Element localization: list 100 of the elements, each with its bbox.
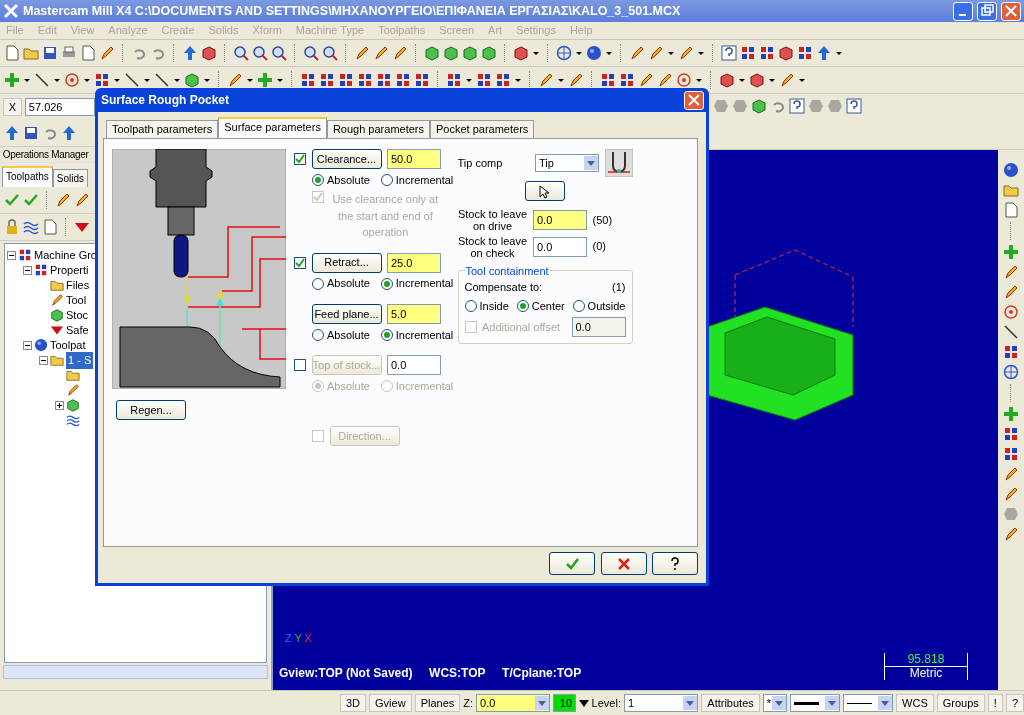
status-button[interactable]: Planes (414, 694, 461, 712)
caret-icon[interactable] (697, 49, 705, 57)
height-button[interactable]: Clearance... (311, 149, 382, 169)
value-field[interactable]: 50.0 (387, 149, 441, 169)
caret-icon[interactable] (143, 76, 151, 84)
radio-option[interactable]: Absolute (312, 275, 370, 292)
radio-option[interactable]: Incremental (380, 326, 454, 343)
help-icon[interactable] (721, 45, 737, 61)
radio-option[interactable]: Incremental (380, 275, 454, 292)
pencil-icon[interactable] (354, 45, 370, 61)
grid-icon[interactable] (319, 72, 335, 88)
line-style-dropdown[interactable] (843, 694, 894, 712)
height-checkbox[interactable] (294, 153, 306, 165)
dialog-tab[interactable]: Surface parameters (218, 117, 327, 138)
status-button[interactable]: Attributes (701, 694, 760, 712)
zoom-icon[interactable] (233, 45, 249, 61)
line-icon[interactable] (124, 72, 140, 88)
grid-icon[interactable] (300, 72, 316, 88)
grid-icon[interactable] (759, 45, 775, 61)
caret-icon[interactable] (246, 76, 254, 84)
caret-icon[interactable] (113, 76, 121, 84)
waves-icon[interactable] (66, 413, 80, 428)
grid-icon[interactable] (495, 72, 511, 88)
pencil-icon[interactable] (1003, 284, 1019, 300)
sphere-icon[interactable] (586, 45, 602, 61)
pencil-icon[interactable] (373, 45, 389, 61)
color-swatch[interactable]: 10 (553, 694, 576, 712)
coordinate-field[interactable]: 57.026 (24, 98, 95, 116)
caret-icon[interactable] (83, 76, 91, 84)
document-icon[interactable] (4, 45, 20, 61)
save-icon[interactable] (42, 45, 58, 61)
help-icon[interactable] (846, 98, 862, 114)
height-checkbox[interactable] (294, 256, 306, 269)
tree-item[interactable]: Tool (66, 292, 87, 309)
tree-item[interactable]: Properti (50, 262, 89, 279)
pencil-icon[interactable] (1003, 526, 1019, 542)
collapse-icon[interactable] (23, 340, 32, 350)
status-field[interactable]: 1 (623, 694, 699, 712)
grid-icon[interactable] (338, 72, 354, 88)
cancel-button[interactable] (600, 552, 647, 575)
zoom-icon[interactable] (252, 45, 268, 61)
globe-icon[interactable] (556, 45, 572, 61)
grid-icon[interactable] (600, 72, 616, 88)
ok-button[interactable] (549, 552, 595, 575)
circle-icon[interactable] (676, 72, 692, 88)
status-button[interactable]: ! (987, 694, 1003, 712)
pencil-icon[interactable] (74, 191, 90, 208)
tree-item[interactable]: Toolpat (50, 337, 86, 354)
zoom-icon[interactable] (303, 45, 319, 61)
tree-item[interactable]: Safe (66, 322, 89, 339)
grid-icon[interactable] (1003, 344, 1019, 360)
line-icon[interactable] (154, 72, 170, 88)
caret-icon[interactable] (532, 49, 540, 57)
pencil-icon[interactable] (678, 45, 694, 61)
globe-icon[interactable] (1003, 364, 1019, 380)
caret-icon[interactable] (835, 49, 843, 57)
grid-icon[interactable] (414, 72, 430, 88)
circle-icon[interactable] (1003, 304, 1019, 320)
status-button[interactable]: ? (1005, 694, 1024, 712)
dialog-tab[interactable]: Pocket parameters (430, 120, 535, 138)
status-field[interactable]: 0.0 (476, 694, 551, 712)
pencil-icon[interactable] (1003, 486, 1019, 502)
help-button[interactable] (652, 552, 698, 575)
status-button[interactable]: Groups (936, 694, 985, 712)
radio-option[interactable]: Absolute (312, 326, 370, 343)
zoom-icon[interactable] (271, 45, 287, 61)
folder-icon[interactable] (66, 368, 80, 383)
panel-tab[interactable]: Toolpaths (2, 165, 53, 187)
document-icon[interactable] (42, 218, 58, 235)
caret-icon[interactable] (768, 76, 776, 84)
pencil-icon[interactable] (779, 72, 795, 88)
grid-icon[interactable] (1003, 446, 1019, 462)
caret-icon[interactable] (578, 698, 589, 708)
document-icon[interactable] (80, 45, 96, 61)
document-icon[interactable] (1003, 202, 1019, 218)
status-button[interactable]: Gview (369, 694, 412, 712)
tree-item[interactable]: Files (66, 277, 90, 294)
grid-icon[interactable] (1003, 426, 1019, 442)
caret-icon[interactable] (695, 76, 703, 84)
line-icon[interactable] (1003, 324, 1019, 340)
caret-icon[interactable] (557, 76, 565, 84)
tree-item[interactable]: Stoc (66, 307, 88, 324)
dialog-tab[interactable]: Toolpath parameters (106, 120, 219, 138)
help-icon[interactable] (789, 98, 805, 114)
pencil-icon[interactable] (392, 45, 408, 61)
regen-button[interactable]: Regen... (116, 400, 186, 420)
grid-icon[interactable] (797, 45, 813, 61)
caret-icon[interactable] (53, 76, 61, 84)
grid-icon[interactable] (446, 72, 462, 88)
line-style-dropdown[interactable] (790, 694, 841, 712)
caret-icon[interactable] (798, 76, 806, 84)
collapse-icon[interactable] (23, 265, 32, 275)
caret-icon[interactable] (276, 76, 284, 84)
grid-icon[interactable] (395, 72, 411, 88)
scrollbar[interactable] (2, 664, 269, 679)
value-field[interactable]: 5.0 (387, 303, 441, 324)
arrow-icon[interactable] (4, 125, 20, 141)
pencil-icon[interactable] (55, 191, 71, 208)
caret-icon[interactable] (575, 49, 583, 57)
status-button[interactable]: 3D (340, 694, 367, 712)
